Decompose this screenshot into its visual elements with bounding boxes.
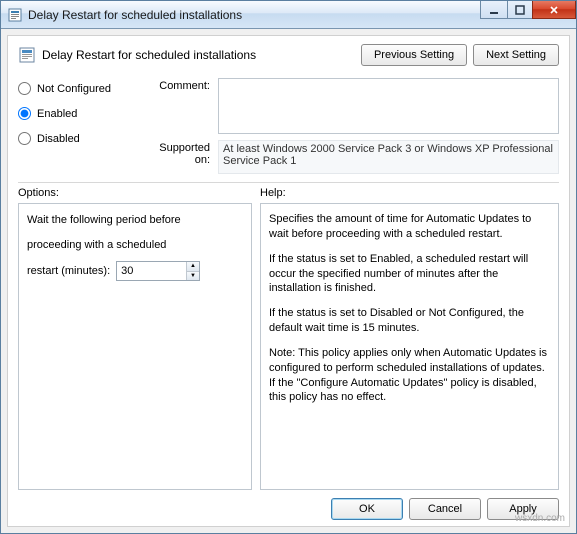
spinner-up-button[interactable]: ▲ — [187, 262, 199, 272]
minimize-icon — [489, 5, 499, 15]
restart-minutes-input[interactable] — [117, 262, 186, 280]
panels-header: Options: Help: — [18, 187, 559, 199]
meta-area: Not Configured Enabled Disabled Comment:… — [18, 78, 559, 174]
radio-enabled-input[interactable] — [18, 107, 31, 120]
dialog-footer: OK Cancel Apply — [18, 490, 559, 520]
help-paragraph: Specifies the amount of time for Automat… — [269, 212, 550, 242]
radio-disabled-label: Disabled — [37, 133, 80, 145]
supported-field: At least Windows 2000 Service Pack 3 or … — [218, 140, 559, 174]
help-panel: Specifies the amount of time for Automat… — [260, 203, 559, 490]
options-panel: Wait the following period before proceed… — [18, 203, 252, 490]
supported-label: Supported on: — [148, 140, 218, 166]
next-setting-button[interactable]: Next Setting — [473, 44, 559, 66]
restart-minutes-row: restart (minutes): ▲ ▼ — [27, 261, 243, 281]
restart-minutes-label: restart (minutes): — [27, 265, 110, 277]
window-title: Delay Restart for scheduled installation… — [28, 8, 481, 22]
policy-icon — [7, 7, 23, 23]
spinner-arrows: ▲ ▼ — [186, 262, 199, 280]
close-button[interactable] — [532, 1, 576, 19]
spinner-down-button[interactable]: ▼ — [187, 272, 199, 281]
previous-setting-button[interactable]: Previous Setting — [361, 44, 467, 66]
maximize-icon — [515, 5, 525, 15]
titlebar[interactable]: Delay Restart for scheduled installation… — [1, 1, 576, 29]
option-text-2: proceeding with a scheduled — [27, 237, 243, 254]
state-radios: Not Configured Enabled Disabled — [18, 78, 148, 157]
header-row: Delay Restart for scheduled installation… — [18, 44, 559, 66]
radio-disabled-input[interactable] — [18, 132, 31, 145]
nav-buttons: Previous Setting Next Setting — [361, 44, 559, 66]
divider — [18, 182, 559, 183]
window-controls — [481, 1, 576, 19]
minimize-button[interactable] — [480, 1, 508, 19]
radio-disabled[interactable]: Disabled — [18, 132, 148, 145]
radio-not-configured-label: Not Configured — [37, 83, 111, 95]
radio-enabled[interactable]: Enabled — [18, 107, 148, 120]
comment-label: Comment: — [148, 78, 218, 92]
cancel-button[interactable]: Cancel — [409, 498, 481, 520]
dialog-content: Delay Restart for scheduled installation… — [7, 35, 570, 527]
options-label: Options: — [18, 187, 260, 199]
option-text-1: Wait the following period before — [27, 212, 243, 229]
help-paragraph: If the status is set to Disabled or Not … — [269, 306, 550, 336]
comment-field[interactable] — [218, 78, 559, 134]
restart-minutes-spinner[interactable]: ▲ ▼ — [116, 261, 200, 281]
radio-enabled-label: Enabled — [37, 108, 77, 120]
policy-header-icon — [18, 46, 36, 64]
help-paragraph: If the status is set to Enabled, a sched… — [269, 252, 550, 297]
close-icon — [549, 5, 559, 15]
help-label: Help: — [260, 187, 286, 199]
maximize-button[interactable] — [507, 1, 533, 19]
radio-not-configured-input[interactable] — [18, 82, 31, 95]
dialog-heading: Delay Restart for scheduled installation… — [42, 48, 361, 62]
radio-not-configured[interactable]: Not Configured — [18, 82, 148, 95]
apply-button[interactable]: Apply — [487, 498, 559, 520]
panels: Wait the following period before proceed… — [18, 203, 559, 490]
dialog-window: Delay Restart for scheduled installation… — [0, 0, 577, 534]
help-paragraph: Note: This policy applies only when Auto… — [269, 346, 550, 405]
ok-button[interactable]: OK — [331, 498, 403, 520]
